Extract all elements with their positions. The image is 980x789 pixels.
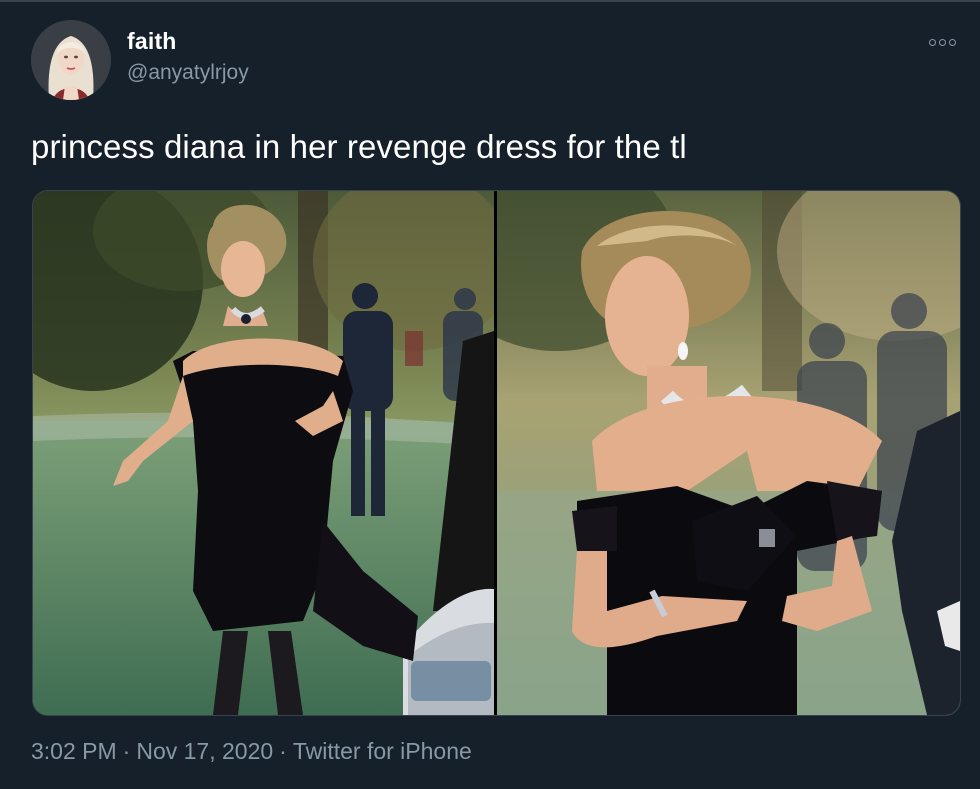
- tweet-source-link[interactable]: Twitter for iPhone: [293, 738, 472, 764]
- display-name[interactable]: faith: [127, 28, 177, 55]
- tweet-card: faith @anyatylrjoy princess diana in her…: [0, 0, 980, 789]
- tweet-meta: 3:02 PM · Nov 17, 2020 · Twitter for iPhone: [31, 738, 472, 765]
- photo-left[interactable]: [33, 191, 494, 715]
- dot-icon: [948, 38, 956, 46]
- divider: [0, 0, 980, 2]
- more-options-icon[interactable]: [918, 28, 966, 56]
- tweet-time[interactable]: 3:02 PM: [31, 738, 117, 764]
- meta-separator: ·: [122, 738, 131, 764]
- photo-right[interactable]: [497, 191, 960, 715]
- user-handle[interactable]: @anyatylrjoy: [127, 61, 249, 85]
- media-grid: [32, 190, 961, 716]
- tweet-date[interactable]: Nov 17, 2020: [136, 738, 273, 764]
- dot-icon: [928, 38, 936, 46]
- tweet-text: princess diana in her revenge dress for …: [31, 128, 687, 165]
- dot-icon: [938, 38, 946, 46]
- meta-separator: ·: [279, 738, 287, 764]
- avatar[interactable]: [31, 20, 111, 100]
